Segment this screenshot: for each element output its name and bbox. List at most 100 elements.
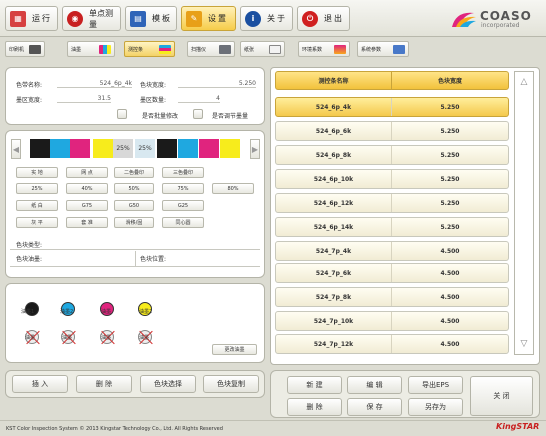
color-copy-button[interactable]: 色块复制 [203, 375, 259, 393]
new-button[interactable]: 新 建 [287, 376, 342, 394]
table-row[interactable]: 524_7p_12k 4.500 [275, 334, 509, 354]
color-select-button[interactable]: 色块选择 [140, 375, 196, 393]
table-row[interactable]: 524_6p_10k 5.250 [275, 169, 509, 189]
save-button[interactable]: 保 存 [347, 398, 402, 416]
wrench-icon: ✎ [186, 10, 202, 27]
ink-label: 油墨 [101, 335, 112, 341]
tab-environment[interactable]: 环境系数 [298, 41, 350, 57]
adjust-ink-checkbox[interactable] [193, 109, 203, 119]
scroll-down-icon[interactable]: ▽ [517, 336, 531, 352]
table-row[interactable]: 524_6p_8k 5.250 [275, 145, 509, 165]
ink-label: 油墨 [62, 335, 73, 341]
concentric-button[interactable]: 同心圆 [162, 217, 204, 228]
ink-label: 油墨 [25, 335, 36, 341]
ink-count-label: 墨区数量: [140, 97, 167, 104]
two-overprint-button[interactable]: 二色叠印 [114, 167, 154, 178]
strip-right-button[interactable]: ▶ [250, 139, 260, 159]
block-ink-label: 色块油墨: [16, 256, 43, 263]
export-eps-button[interactable]: 导出EPS [408, 376, 463, 394]
block-position-label: 色块位置: [140, 256, 167, 263]
colorbar-icon [159, 44, 171, 54]
g25-button[interactable]: G25 [162, 200, 204, 211]
paper-white-button[interactable]: 纸 白 [16, 200, 58, 211]
table-row[interactable]: 524_7p_4k 4.500 [275, 241, 509, 261]
p50-button[interactable]: 50% [114, 183, 154, 194]
register-button[interactable]: 套 准 [66, 217, 108, 228]
tab-ink[interactable]: 油墨 [67, 41, 115, 57]
column-header-width[interactable]: 色块宽度 [391, 71, 509, 90]
run-icon: ▦ [10, 10, 26, 27]
p80-button[interactable]: 80% [212, 183, 254, 194]
printer-icon [29, 44, 41, 54]
p25-button[interactable]: 25% [16, 183, 58, 194]
column-header-name[interactable]: 测控条名称 [275, 71, 392, 90]
swatch-cyan-2[interactable] [178, 139, 198, 158]
template-button[interactable]: ▤ 模板 [125, 6, 177, 31]
strip-left-button[interactable]: ◀ [11, 139, 21, 159]
list-scrollbar[interactable]: △ ▽ [514, 71, 534, 355]
swatch-gray-25-b[interactable]: 25% [135, 139, 155, 158]
ink-count-value[interactable]: 4 [178, 95, 220, 103]
table-row[interactable]: 524_7p_10k 4.500 [275, 311, 509, 331]
ink-width-label: 墨区宽度: [16, 97, 43, 104]
g50-button[interactable]: G50 [114, 200, 154, 211]
solid-button[interactable]: 实 地 [16, 167, 58, 178]
close-button[interactable]: 关 闭 [470, 376, 533, 416]
template-icon: ▤ [130, 10, 146, 27]
batch-modify-checkbox[interactable] [117, 109, 127, 119]
swatch-gray-25-a[interactable]: 25% [113, 139, 133, 158]
table-row[interactable]: 524_6p_4k 5.250 [275, 97, 509, 117]
exit-button[interactable]: ⏻ 退出 [297, 6, 350, 31]
edit-button[interactable]: 编 辑 [347, 376, 402, 394]
g75-button[interactable]: G75 [66, 200, 108, 211]
status-bar: KST Color Inspection System © 2013 Kings… [0, 420, 546, 436]
tab-colorbar[interactable]: 测控条 [124, 41, 175, 57]
three-overprint-button[interactable]: 三色叠印 [162, 167, 204, 178]
about-button[interactable]: i 关于 [240, 6, 293, 31]
gray-balance-button[interactable]: 灰 平 [16, 217, 58, 228]
insert-button[interactable]: 插 入 [12, 375, 68, 393]
p40-button[interactable]: 40% [66, 183, 108, 194]
block-type-label: 色块类型: [16, 242, 43, 249]
swatch-cyan[interactable] [50, 139, 70, 158]
adjust-ink-label: 是否调节墨量 [212, 113, 249, 120]
divider-vertical [135, 251, 136, 267]
tab-system[interactable]: 系统参数 [357, 41, 409, 57]
swatch-magenta-2[interactable] [199, 139, 219, 158]
strip-name-value[interactable]: 524_6p_4k [57, 80, 132, 88]
tab-printer[interactable]: 印刷机 [5, 41, 45, 57]
block-width-value[interactable]: 5.250 [178, 80, 256, 88]
ink-label: 油墨2 [60, 309, 74, 315]
scroll-up-icon[interactable]: △ [517, 74, 531, 90]
tab-scanner[interactable]: 扫描仪 [187, 41, 235, 57]
scanner-icon [219, 44, 231, 54]
strip-name-label: 色带名称: [16, 82, 43, 89]
swatch-magenta[interactable] [70, 139, 90, 158]
delete-block-button[interactable]: 删 除 [76, 375, 132, 393]
slur-button[interactable]: 滑移/固 [114, 217, 154, 228]
table-row[interactable]: 524_7p_6k 4.500 [275, 263, 509, 283]
table-row[interactable]: 524_6p_14k 5.250 [275, 217, 509, 237]
p75-button[interactable]: 75% [162, 183, 204, 194]
table-row[interactable]: 524_6p_12k 5.250 [275, 193, 509, 213]
swatch-black-2[interactable] [157, 139, 177, 158]
delete-button[interactable]: 删 除 [287, 398, 342, 416]
divider [10, 266, 260, 267]
dot-button[interactable]: 网 点 [66, 167, 108, 178]
swatch-yellow-2[interactable] [220, 139, 240, 158]
swatch-black[interactable] [30, 139, 50, 158]
table-row[interactable]: 524_7p_8k 4.500 [275, 287, 509, 307]
save-as-button[interactable]: 另存为 [408, 398, 463, 416]
divider [10, 249, 260, 250]
swatch-yellow[interactable] [93, 139, 113, 158]
run-button[interactable]: ▦ 运行 [5, 6, 58, 31]
ink-width-value[interactable]: 31.5 [57, 95, 111, 103]
single-measure-button[interactable]: ◉ 单点测量 [62, 6, 121, 31]
change-ink-button[interactable]: 更改油墨 [212, 344, 257, 355]
table-row[interactable]: 524_6p_6k 5.250 [275, 121, 509, 141]
chevron-right-icon: ▶ [251, 144, 259, 154]
coaso-logo: COASO incorporated [450, 6, 540, 32]
settings-button[interactable]: ✎ 设置 [181, 6, 236, 31]
ink-label: 油墨 [139, 335, 150, 341]
tab-paper[interactable]: 纸张 [240, 41, 285, 57]
